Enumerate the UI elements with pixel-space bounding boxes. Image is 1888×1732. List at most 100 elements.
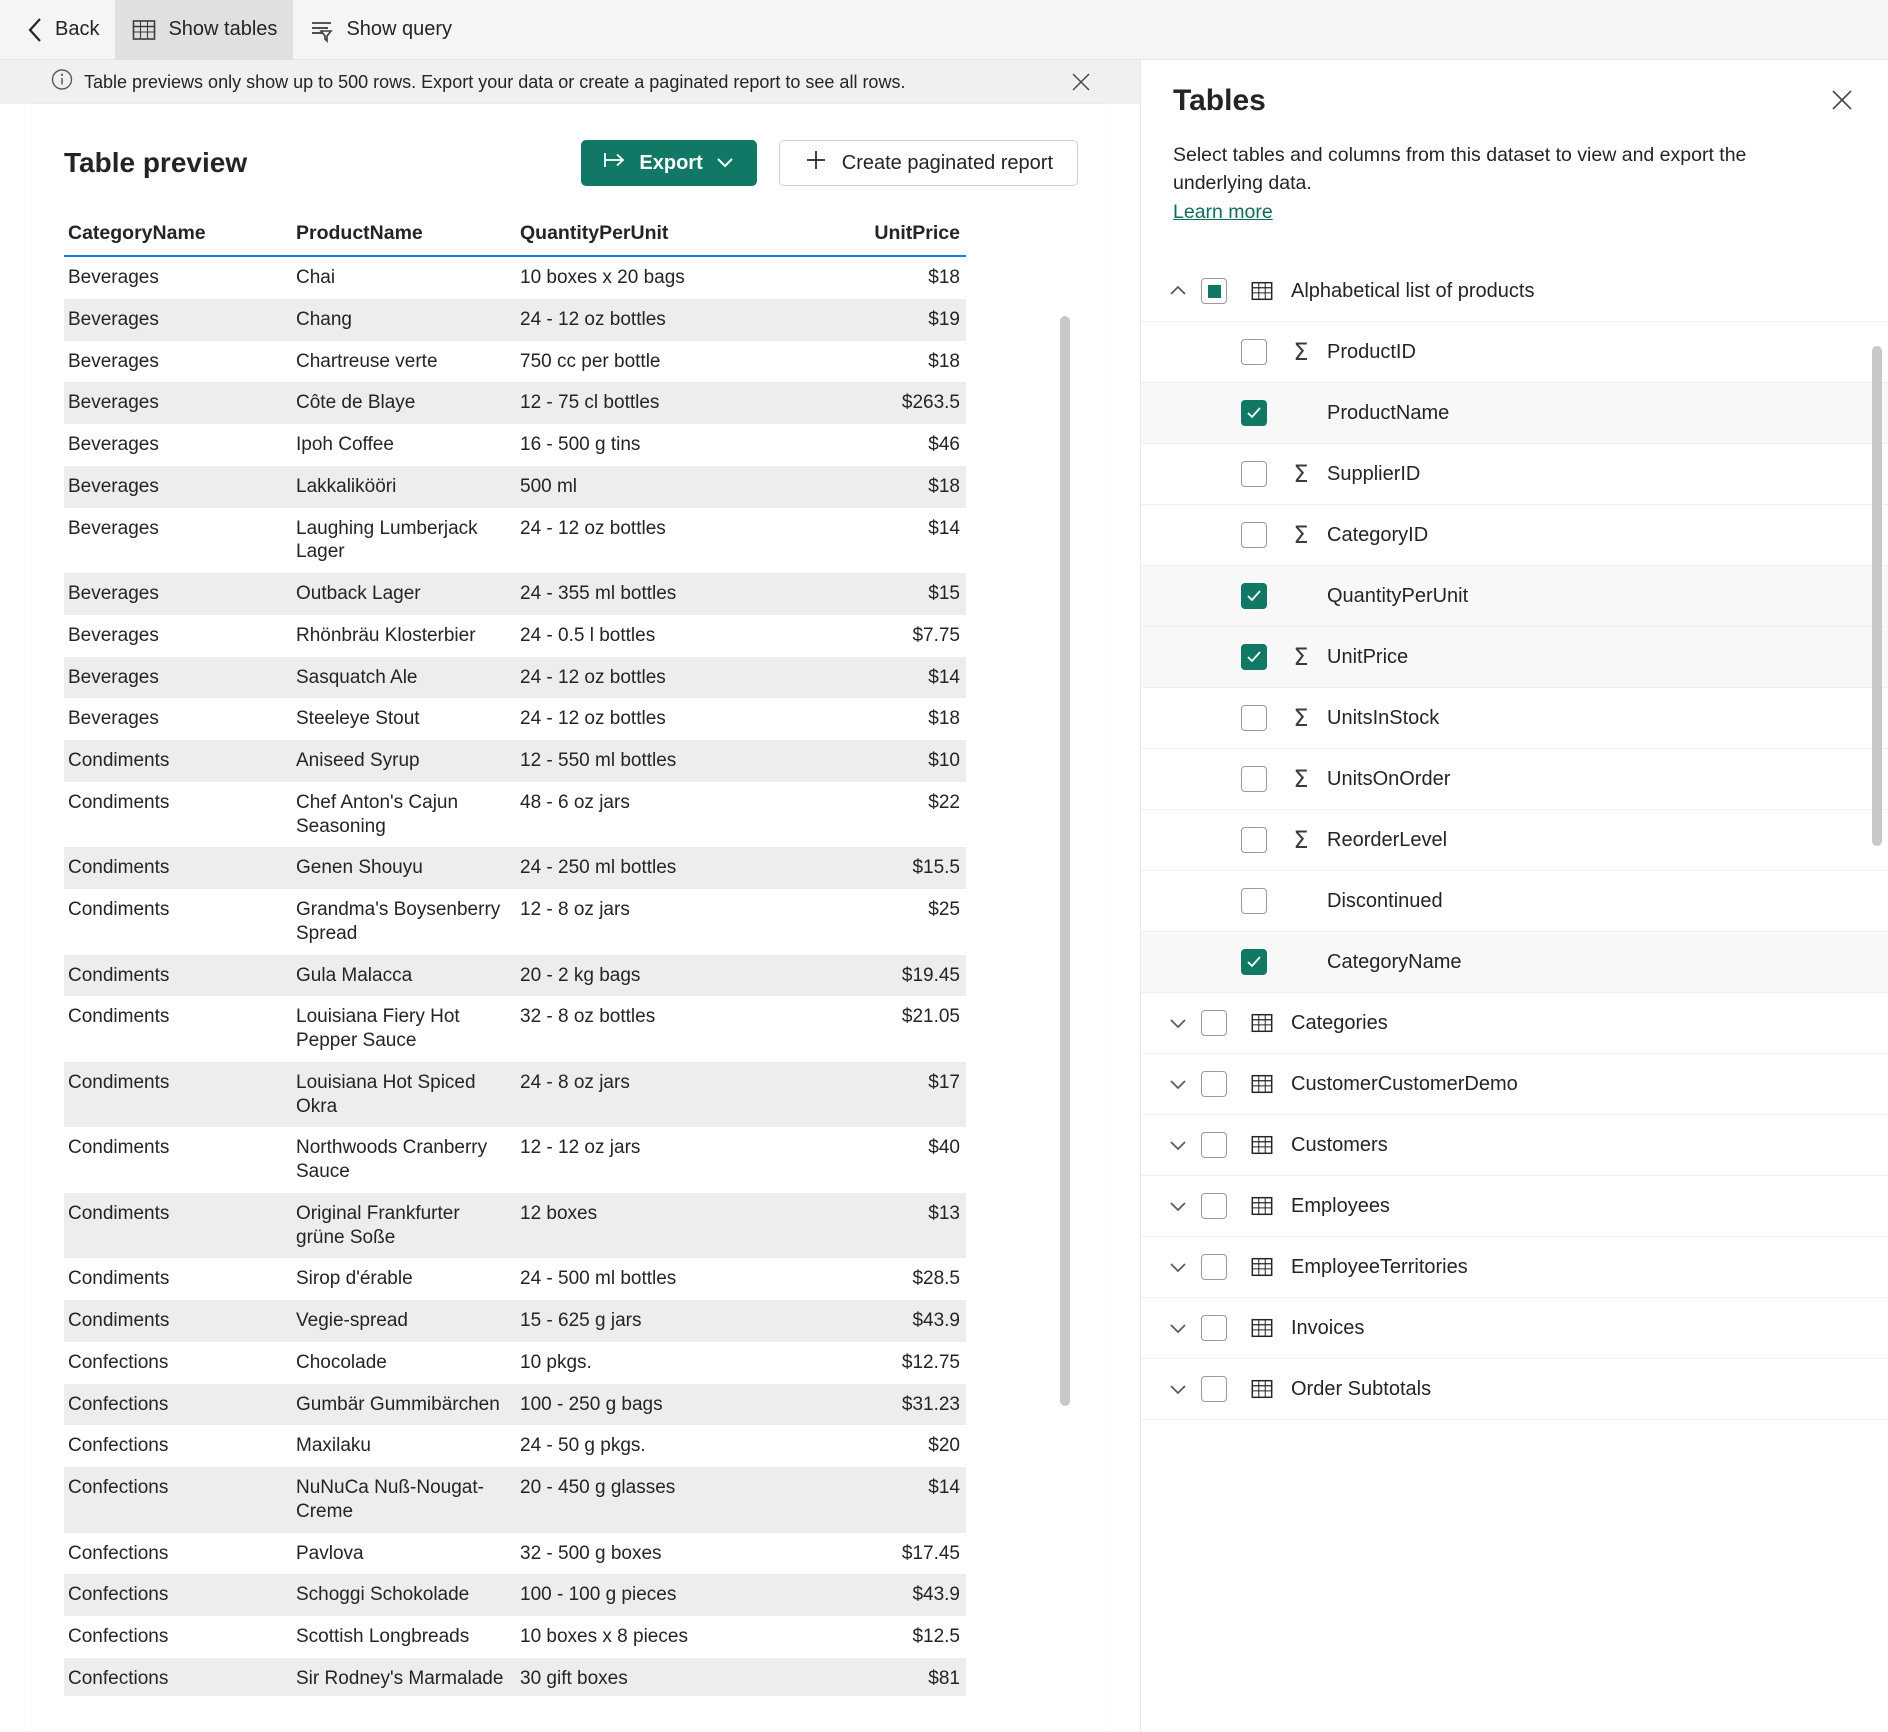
tree-table-item[interactable]: Invoices	[1141, 1298, 1888, 1360]
table-row[interactable]: Beverages Outback Lager 24 - 355 ml bottle…	[64, 573, 966, 615]
chevron-down-icon[interactable]	[1163, 1008, 1193, 1038]
column-checkbox[interactable]	[1241, 461, 1267, 488]
tree-column-item[interactable]: Σ UnitPrice	[1141, 627, 1888, 689]
export-button[interactable]: Export	[581, 140, 757, 186]
table-row[interactable]: Condiments Chef Anton's Cajun Seasoning 48…	[64, 782, 966, 848]
table-row[interactable]: Confections Chocolade 10 pkgs. $12.75	[64, 1342, 966, 1384]
tree-column-item[interactable]: Σ ProductID	[1141, 322, 1888, 384]
table-row[interactable]: Condiments Sirop d'érable 24 - 500 ml bott…	[64, 1258, 966, 1300]
table-row[interactable]: Confections Gumbär Gummibärchen 100 - 250 …	[64, 1383, 966, 1426]
column-checkbox[interactable]	[1241, 583, 1267, 610]
table-row[interactable]: Beverages Chartreuse verte 750 cc per bott…	[64, 341, 966, 383]
table-row[interactable]: Condiments Vegie-spread 15 - 625 g jars $43…	[64, 1300, 966, 1342]
table-row[interactable]: Beverages Côte de Blaye 12 - 75 cl bottles…	[64, 382, 966, 424]
column-checkbox[interactable]	[1241, 339, 1267, 366]
column-header-unitprice[interactable]: UnitPrice	[742, 216, 966, 257]
table-row[interactable]: Beverages Ipoh Coffee 16 - 500 g tins $46	[64, 424, 966, 466]
table-cell: Gumbär Gummibärchen	[296, 1393, 500, 1415]
column-checkbox[interactable]	[1241, 400, 1267, 427]
table-row[interactable]: Condiments Aniseed Syrup 12 - 550 ml bottl…	[64, 740, 966, 782]
table-cell: $25	[928, 899, 960, 920]
table-row[interactable]: Beverages Rhönbräu Klosterbier 24 - 0.5 l …	[64, 615, 966, 657]
tree-column-item[interactable]: ΣProductName	[1141, 383, 1888, 445]
table-cell: 24 - 12 oz bottles	[520, 708, 666, 730]
table-checkbox[interactable]	[1201, 278, 1227, 305]
column-checkbox[interactable]	[1241, 644, 1267, 671]
table-row[interactable]: Condiments Louisiana Hot Spiced Okra 24 - …	[64, 1061, 966, 1128]
column-checkbox[interactable]	[1241, 827, 1267, 854]
column-checkbox[interactable]	[1241, 888, 1267, 915]
table-row[interactable]: Beverages Chang 24 - 12 oz bottles $19	[64, 298, 966, 341]
table-row[interactable]: Confections NuNuCa Nuß-Nougat-Creme 20 - 4…	[64, 1467, 966, 1533]
table-checkbox[interactable]	[1201, 1376, 1227, 1403]
column-header-categoryname[interactable]: CategoryName	[64, 216, 292, 257]
column-header-productname[interactable]: ProductName	[292, 216, 516, 257]
column-checkbox[interactable]	[1241, 705, 1267, 732]
chevron-up-icon[interactable]	[1163, 276, 1193, 306]
table-cell: Chang	[296, 308, 352, 330]
table-checkbox[interactable]	[1201, 1193, 1227, 1220]
tree-column-item[interactable]: ΣQuantityPerUnit	[1141, 566, 1888, 628]
content-scrollbar[interactable]	[1060, 316, 1070, 1406]
table-row[interactable]: Confections Schoggi Schokolade 100 - 100 g…	[64, 1574, 966, 1616]
panel-scrollbar[interactable]	[1872, 346, 1882, 1726]
table-row[interactable]: Confections Pavlova 32 - 500 g boxes $17.45	[64, 1533, 966, 1575]
create-paginated-report-button[interactable]: Create paginated report	[778, 140, 1078, 186]
tree-table-label: Employees	[1291, 1194, 1390, 1217]
column-header-quantityperunit[interactable]: QuantityPerUnit	[516, 216, 742, 257]
column-checkbox[interactable]	[1241, 766, 1267, 793]
chevron-down-icon[interactable]	[1163, 1069, 1193, 1099]
table-checkbox[interactable]	[1201, 1254, 1227, 1281]
table-row[interactable]: Condiments Original Frankfurter grüne Soß…	[64, 1192, 966, 1259]
learn-more-link[interactable]: Learn more	[1173, 199, 1273, 227]
chevron-down-icon[interactable]	[1163, 1130, 1193, 1160]
tree-column-item[interactable]: Σ CategoryID	[1141, 505, 1888, 567]
table-row[interactable]: Condiments Gula Malacca 20 - 2 kg bags $19.…	[64, 954, 966, 997]
tree-table-item[interactable]: CustomerCustomerDemo	[1141, 1054, 1888, 1116]
tree-column-item[interactable]: Σ SupplierID	[1141, 444, 1888, 506]
table-row[interactable]: Confections Maxilaku 24 - 50 g pkgs. $20	[64, 1425, 966, 1467]
tree-table-item[interactable]: Employees	[1141, 1176, 1888, 1238]
table-checkbox[interactable]	[1201, 1315, 1227, 1342]
chevron-down-icon[interactable]	[1163, 1313, 1193, 1343]
column-checkbox[interactable]	[1241, 949, 1267, 976]
tables-panel-close-button[interactable]	[1826, 84, 1858, 116]
notification-close-button[interactable]	[1068, 69, 1094, 95]
back-button[interactable]: Back	[10, 0, 115, 60]
column-checkbox[interactable]	[1241, 522, 1267, 549]
tree-table-item[interactable]: Order Subtotals	[1141, 1359, 1888, 1421]
tree-column-item[interactable]: ΣCategoryName	[1141, 932, 1888, 994]
tree-column-item[interactable]: Σ ReorderLevel	[1141, 810, 1888, 872]
content-scrollbar-thumb[interactable]	[1060, 316, 1070, 1406]
show-query-button[interactable]: Show query	[293, 0, 468, 60]
show-tables-button[interactable]: Show tables	[115, 0, 294, 60]
table-cell: Beverages	[68, 267, 159, 288]
tree-table-item[interactable]: Alphabetical list of products	[1141, 261, 1888, 323]
chevron-down-icon[interactable]	[1163, 1191, 1193, 1221]
table-row[interactable]: Beverages Sasquatch Ale 24 - 12 oz bottles…	[64, 656, 966, 699]
chevron-down-icon[interactable]	[1163, 1252, 1193, 1282]
tree-column-item[interactable]: Σ UnitsInStock	[1141, 688, 1888, 750]
table-checkbox[interactable]	[1201, 1071, 1227, 1098]
table-row[interactable]: Condiments Northwoods Cranberry Sauce 12 -…	[64, 1127, 966, 1193]
table-checkbox[interactable]	[1201, 1010, 1227, 1037]
tree-column-item[interactable]: Σ UnitsOnOrder	[1141, 749, 1888, 811]
table-row[interactable]: Condiments Grandma's Boysenberry Spread 12…	[64, 889, 966, 955]
tree-table-item[interactable]: EmployeeTerritories	[1141, 1237, 1888, 1299]
table-row[interactable]: Condiments Louisiana Fiery Hot Pepper Sau…	[64, 996, 966, 1062]
panel-scrollbar-thumb[interactable]	[1872, 346, 1882, 846]
table-icon	[1247, 279, 1277, 303]
table-cell: $18	[928, 350, 960, 372]
table-row[interactable]: Beverages Lakkalikööri 500 ml $18	[64, 465, 966, 508]
table-row[interactable]: Beverages Steeleye Stout 24 - 12 oz bottle…	[64, 698, 966, 740]
tree-table-item[interactable]: Categories	[1141, 993, 1888, 1055]
table-row[interactable]: Beverages Laughing Lumberjack Lager 24 - 1…	[64, 508, 966, 574]
tree-column-item[interactable]: ΣDiscontinued	[1141, 871, 1888, 933]
table-row[interactable]: Condiments Genen Shouyu 24 - 250 ml bottle…	[64, 847, 966, 889]
table-checkbox[interactable]	[1201, 1132, 1227, 1159]
chevron-down-icon[interactable]	[1163, 1374, 1193, 1404]
table-row[interactable]: Beverages Chai 10 boxes x 20 bags $18	[64, 256, 966, 299]
table-row[interactable]: Confections Scottish Longbreads 10 boxes x…	[64, 1616, 966, 1658]
table-row[interactable]: Confections Sir Rodney's Marmalade 30 gift…	[64, 1657, 966, 1696]
tree-table-item[interactable]: Customers	[1141, 1115, 1888, 1177]
